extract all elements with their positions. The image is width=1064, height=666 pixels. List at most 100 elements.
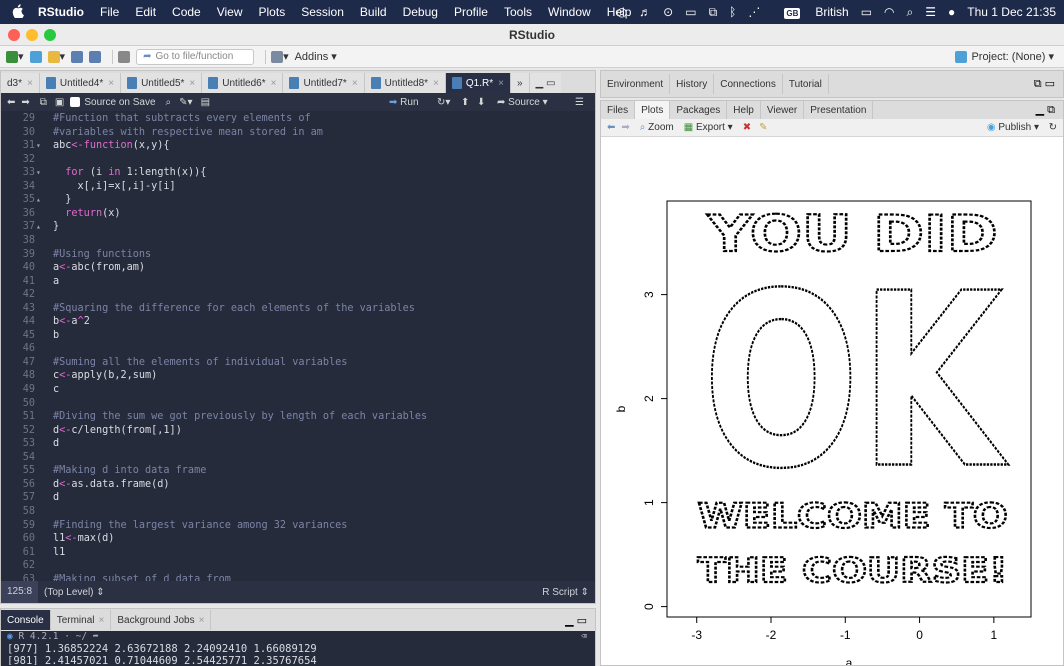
editor-tab-untitled6[interactable]: Untitled6* ×: [202, 73, 284, 93]
minimize-pane-icon[interactable]: ▁: [536, 78, 544, 89]
siri-icon[interactable]: ●: [948, 5, 955, 19]
tab-terminal[interactable]: Terminal ×: [51, 610, 112, 630]
pane-window-controls[interactable]: ▁ ▭: [529, 73, 562, 93]
editor-tab-untitled8[interactable]: Untitled8* ×: [364, 73, 446, 93]
publish-button[interactable]: ◉ Publish ▾: [987, 122, 1039, 133]
search-icon[interactable]: ⌕: [907, 5, 914, 20]
editor-tab-untitled7[interactable]: Untitled7* ×: [283, 73, 365, 93]
more-tabs-button[interactable]: »: [510, 73, 530, 93]
show-in-window-icon[interactable]: ⧉: [40, 97, 47, 108]
menu-view[interactable]: View: [217, 5, 243, 19]
maximize-pane-icon[interactable]: ▭: [546, 78, 555, 89]
clear-plots-icon[interactable]: ✎: [759, 122, 767, 133]
clear-console-icon[interactable]: ⌫: [581, 631, 587, 643]
fold-toggle-icon[interactable]: ▴: [36, 195, 41, 204]
tab-help[interactable]: Help: [727, 101, 761, 119]
menu-code[interactable]: Code: [172, 5, 201, 19]
fold-toggle-icon[interactable]: ▾: [36, 141, 41, 150]
editor-tab-untitled5[interactable]: Untitled5* ×: [121, 73, 203, 93]
editor-tab-untitled4[interactable]: Untitled4* ×: [39, 73, 122, 93]
menu-app-name[interactable]: RStudio: [38, 5, 84, 19]
close-tab-icon[interactable]: ×: [27, 78, 33, 89]
find-icon[interactable]: ⌕: [166, 97, 172, 108]
forward-icon[interactable]: ➡: [21, 97, 29, 108]
new-file-icon[interactable]: ▾: [6, 50, 24, 64]
tab-console[interactable]: Console: [1, 610, 51, 630]
zoom-button[interactable]: ⌕ Zoom: [640, 122, 674, 133]
print-icon[interactable]: [118, 50, 131, 64]
tab-presentation[interactable]: Presentation: [804, 101, 874, 119]
editor-tab-q1[interactable]: Q1.R* ×: [445, 73, 511, 93]
tab-environment[interactable]: Environment: [601, 74, 671, 94]
tab-connections[interactable]: Connections: [714, 74, 783, 94]
tab-viewer[interactable]: Viewer: [761, 101, 805, 119]
activity-icon[interactable]: ⋰: [748, 5, 760, 19]
zoom-window-button[interactable]: [44, 29, 56, 41]
compile-report-icon[interactable]: ▤: [201, 97, 210, 108]
close-tab-icon[interactable]: ×: [199, 615, 205, 626]
remove-plot-icon[interactable]: ✖: [743, 122, 751, 133]
menu-edit[interactable]: Edit: [135, 5, 156, 19]
save-icon[interactable]: ▣: [55, 97, 64, 108]
menu-profile[interactable]: Profile: [454, 5, 488, 19]
display-icon[interactable]: ▭: [685, 5, 696, 19]
menu-build[interactable]: Build: [360, 5, 387, 19]
go-down-icon[interactable]: ⬇: [477, 97, 485, 108]
music-icon[interactable]: ♬: [639, 5, 651, 19]
menu-debug[interactable]: Debug: [403, 5, 438, 19]
menu-window[interactable]: Window: [548, 5, 591, 19]
close-tab-icon[interactable]: ×: [99, 615, 105, 626]
source-on-save-checkbox[interactable]: [70, 97, 81, 107]
addins-button[interactable]: Addins ▾: [295, 50, 337, 64]
tab-files[interactable]: Files: [601, 101, 636, 119]
editor-tab-d3[interactable]: d3* ×: [1, 73, 40, 93]
restore-pane-icon[interactable]: ⧉ ▭: [1034, 77, 1055, 91]
code-tools-icon[interactable]: ✎▾: [179, 97, 192, 108]
scope-selector[interactable]: (Top Level) ⇕: [44, 587, 105, 598]
export-button[interactable]: ▦ Export ▾: [684, 122, 733, 133]
rerun-icon[interactable]: ↻▾: [437, 97, 450, 108]
console-output[interactable]: ◉ R 4.2.1 · ~/ ➦ ⌫ [977] 1.36852224 2.63…: [1, 631, 595, 666]
tab-history[interactable]: History: [670, 74, 715, 94]
filetype-selector[interactable]: R Script ⇕: [542, 587, 589, 598]
fold-toggle-icon[interactable]: ▴: [36, 222, 41, 231]
apple-icon[interactable]: [12, 3, 26, 21]
new-project-icon[interactable]: [29, 50, 42, 64]
save-icon[interactable]: [71, 50, 84, 64]
menu-file[interactable]: File: [100, 5, 119, 19]
tab-background-jobs[interactable]: Background Jobs ×: [111, 610, 212, 630]
tab-plots[interactable]: Plots: [635, 101, 671, 119]
tab-packages[interactable]: Packages: [670, 101, 728, 119]
close-tab-icon[interactable]: ×: [352, 78, 358, 89]
close-window-button[interactable]: [8, 29, 20, 41]
close-tab-icon[interactable]: ×: [433, 78, 439, 89]
back-icon[interactable]: ⬅: [7, 97, 15, 108]
tab-tutorial[interactable]: Tutorial: [783, 74, 829, 94]
close-tab-icon[interactable]: ×: [498, 78, 504, 89]
refresh-icon[interactable]: ↻: [1049, 122, 1057, 133]
pane-window-controls[interactable]: ▁ ⧉: [1036, 103, 1055, 117]
run-button[interactable]: ➡ Run: [389, 97, 419, 108]
battery-icon[interactable]: ▭: [861, 5, 872, 19]
grid-icon[interactable]: ▾: [271, 50, 289, 64]
close-tab-icon[interactable]: ×: [271, 78, 277, 89]
save-all-icon[interactable]: [89, 50, 102, 64]
bluetooth-icon[interactable]: ᛒ: [729, 5, 736, 19]
control-center-icon[interactable]: ☰: [925, 5, 936, 19]
plot-viewer[interactable]: -3 -2 -1 0 1 0 1 2 3 a b YOU DID OK WELCOME TO THE COU…: [601, 137, 1063, 666]
open-file-icon[interactable]: ▾: [47, 50, 65, 64]
menu-plots[interactable]: Plots: [259, 5, 286, 19]
play-icon[interactable]: ⊙: [663, 5, 673, 19]
keyboard-layout[interactable]: GB British: [772, 5, 849, 19]
go-up-icon[interactable]: ⬆: [461, 97, 469, 108]
minimize-window-button[interactable]: [26, 29, 38, 41]
goto-file-input[interactable]: ➦ Go to file/function: [136, 48, 255, 65]
close-tab-icon[interactable]: ×: [189, 78, 195, 89]
pane-window-controls[interactable]: ▁ ▭: [565, 614, 587, 627]
wifi-icon[interactable]: ◠: [884, 5, 894, 19]
source-button[interactable]: ➦ Source ▾: [497, 97, 548, 108]
menu-tools[interactable]: Tools: [504, 5, 532, 19]
menu-session[interactable]: Session: [301, 5, 344, 19]
project-menu[interactable]: Project: (None) ▾: [955, 50, 1054, 64]
close-tab-icon[interactable]: ×: [108, 78, 114, 89]
